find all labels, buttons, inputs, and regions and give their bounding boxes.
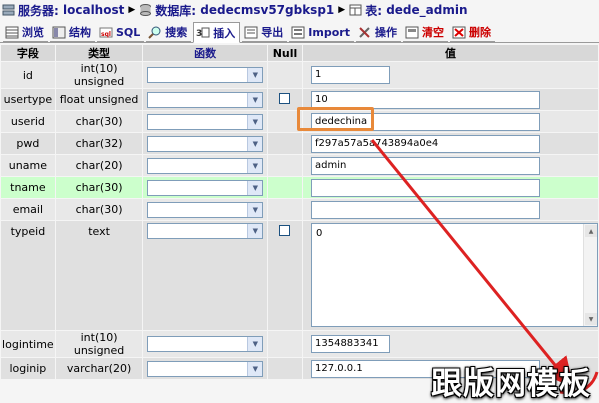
annotation-arrow-icon bbox=[370, 139, 599, 395]
watermark: 跟版网模板 bbox=[431, 366, 591, 402]
